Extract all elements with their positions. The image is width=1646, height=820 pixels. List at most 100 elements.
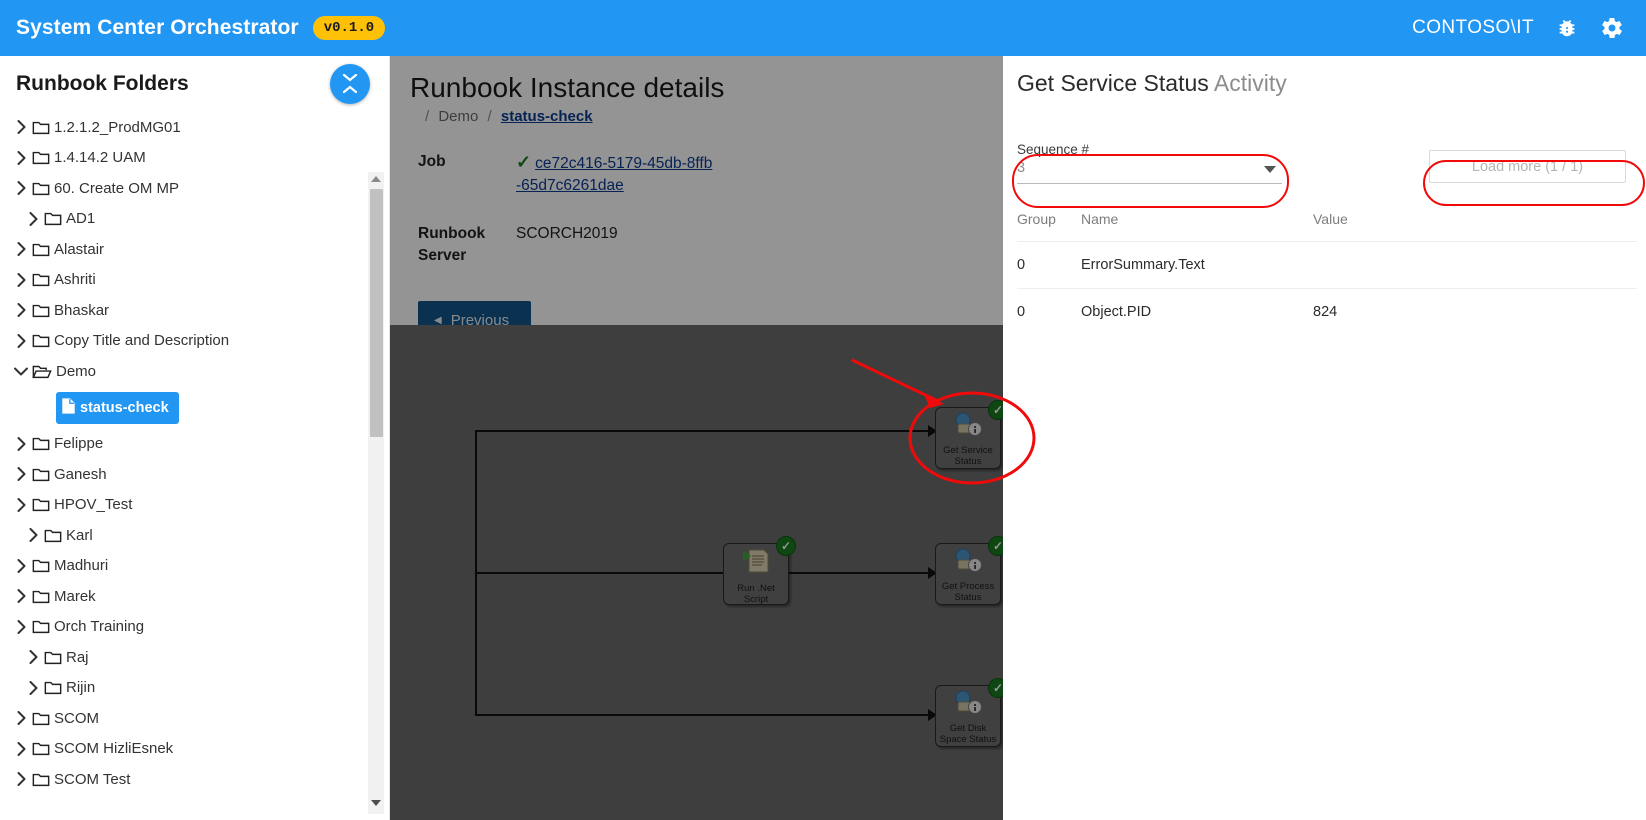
chevron-right-icon[interactable] — [22, 211, 44, 226]
runbook-diagram[interactable]: Run .Net Script ✓ Get Service Status ✓ G… — [390, 325, 1003, 820]
job-id-link[interactable]: ce72c416-5179-45db-8ffb-65d7c6261dae — [516, 155, 712, 194]
sequence-select[interactable]: Sequence # 3 — [1017, 142, 1282, 184]
sidebar-item-madhuri[interactable]: Madhuri — [0, 551, 372, 582]
folder-icon — [32, 558, 50, 573]
activity-node-get-process-status[interactable]: Get Process Status ✓ — [935, 536, 1003, 605]
folder-icon — [32, 150, 50, 165]
scroll-up-icon[interactable] — [371, 176, 381, 182]
gear-icon[interactable] — [1600, 16, 1624, 40]
chevron-right-icon[interactable] — [10, 181, 32, 196]
sidebar-item-label: SCOM Test — [54, 770, 131, 788]
field-job: Job ✓ ce72c416-5179-45db-8ffb-65d7c6261da… — [418, 151, 1003, 197]
bug-icon[interactable] — [1556, 17, 1578, 39]
table-row[interactable]: 0 Object.PID 824 — [1017, 288, 1637, 335]
chevron-right-icon[interactable] — [22, 528, 44, 543]
sidebar-item-60-create-om-mp[interactable]: 60. Create OM MP — [0, 173, 372, 204]
sidebar-item-label: Marek — [54, 587, 96, 605]
chevron-right-icon[interactable] — [10, 436, 32, 451]
top-bar-right: CONTOSO\IT — [1412, 16, 1624, 40]
instance-details-card: Runbook Instance details / Demo / status… — [390, 56, 1003, 340]
chevron-right-icon[interactable] — [10, 242, 32, 257]
activity-node-label: Run .Net Script — [737, 583, 775, 604]
app-title: System Center Orchestrator — [16, 16, 299, 39]
chevron-right-icon[interactable] — [10, 333, 32, 348]
chevron-down-icon[interactable] — [1264, 166, 1276, 173]
chevron-right-icon[interactable] — [10, 467, 32, 482]
sidebar-item-ad1[interactable]: AD1 — [0, 204, 372, 235]
status-success-icon: ✓ — [988, 536, 1003, 556]
field-job-value-wrap: ✓ ce72c416-5179-45db-8ffb-65d7c6261dae — [516, 151, 716, 197]
breadcrumb-runbook-link[interactable]: status-check — [501, 108, 593, 125]
sidebar-item-hpov_test[interactable]: HPOV_Test — [0, 490, 372, 521]
breadcrumb-separator: / — [487, 108, 492, 125]
sidebar-item-label: Copy Title and Description — [54, 332, 230, 350]
chevron-right-icon[interactable] — [22, 650, 44, 665]
runbook-chip[interactable]: status-check — [56, 391, 179, 424]
sidebar-item-rijin[interactable]: Rijin — [0, 673, 372, 704]
activity-node-run-net-script[interactable]: Run .Net Script ✓ — [723, 536, 796, 605]
user-name: CONTOSO\IT — [1412, 17, 1534, 38]
chevron-right-icon[interactable] — [10, 558, 32, 573]
chevron-right-icon[interactable] — [10, 120, 32, 135]
table-row[interactable]: 0 ErrorSummary.Text — [1017, 241, 1637, 288]
sidebar-item-raj[interactable]: Raj — [0, 642, 372, 673]
activity-node-get-service-status[interactable]: Get Service Status ✓ — [935, 400, 1003, 469]
sequence-select-value: 3 — [1017, 160, 1026, 176]
chevron-right-icon[interactable] — [10, 150, 32, 165]
breadcrumb-separator: / — [425, 108, 430, 125]
folder-icon — [32, 497, 50, 512]
activity-node-label: Get Service Status — [943, 445, 993, 467]
sidebar-item-demo[interactable]: Demo — [0, 356, 372, 387]
sidebar-item-ganesh[interactable]: Ganesh — [0, 459, 372, 490]
chevron-right-icon[interactable] — [10, 711, 32, 726]
chevron-right-icon[interactable] — [10, 772, 32, 787]
chevron-right-icon[interactable] — [10, 497, 32, 512]
breadcrumb-folder[interactable]: Demo — [438, 108, 478, 125]
sidebar-item-label: HPOV_Test — [54, 496, 133, 514]
sidebar-item-label: Karl — [66, 526, 93, 544]
sidebar-runbook-status-check[interactable]: status-check — [0, 387, 372, 429]
activity-node-get-disk-space-status[interactable]: Get Disk Space Status ✓ — [935, 678, 1003, 747]
chevron-right-icon[interactable] — [10, 303, 32, 318]
sidebar-item-label: Orch Training — [54, 618, 145, 636]
scroll-down-icon[interactable] — [371, 800, 381, 806]
chevron-right-icon[interactable] — [10, 589, 32, 604]
sidebar-item-label: 60. Create OM MP — [54, 179, 180, 197]
folder-icon — [32, 711, 50, 726]
sidebar: Runbook Folders 1.2.1.2_ProdMG01 1.4.14.… — [0, 56, 390, 820]
sidebar-item-ashriti[interactable]: Ashriti — [0, 265, 372, 296]
activity-node-label: Get Process Status — [941, 581, 995, 603]
sidebar-item-scom-test[interactable]: SCOM Test — [0, 764, 372, 795]
sidebar-item-label: Ashriti — [54, 271, 96, 289]
sidebar-item-1.4.14.2-UAM[interactable]: 1.4.14.2 UAM — [0, 143, 372, 174]
wire-middle-horizontal — [475, 572, 950, 574]
chevron-right-icon[interactable] — [22, 680, 44, 695]
sidebar-item-alastair[interactable]: Alastair — [0, 234, 372, 265]
sidebar-item-felippe[interactable]: Felippe — [0, 429, 372, 460]
sidebar-item-karl[interactable]: Karl — [0, 520, 372, 551]
column-header-group: Group — [1017, 211, 1056, 227]
load-more-button[interactable]: Load more (1 / 1) — [1429, 150, 1626, 183]
top-bar: System Center Orchestrator v0.1.0 CONTOS… — [0, 0, 1646, 56]
script-icon — [740, 547, 772, 582]
sidebar-item-label: Felippe — [54, 435, 104, 453]
chevron-down-icon[interactable] — [10, 367, 32, 376]
folder-icon — [32, 467, 50, 482]
chevron-right-icon[interactable] — [10, 741, 32, 756]
chevron-right-icon[interactable] — [10, 272, 32, 287]
sidebar-item-marek[interactable]: Marek — [0, 581, 372, 612]
sidebar-item-scom-hizliesnek[interactable]: SCOM HizliEsnek — [0, 734, 372, 765]
document-icon — [62, 397, 75, 418]
runbook-folder-tree[interactable]: 1.2.1.2_ProdMG01 1.4.14.2 UAM 60. Create… — [0, 112, 372, 812]
sidebar-item-scom[interactable]: SCOM — [0, 703, 372, 734]
sidebar-item-orch-training[interactable]: Orch Training — [0, 612, 372, 643]
sidebar-item-1.2.1.2_ProdMG01[interactable]: 1.2.1.2_ProdMG01 — [0, 112, 372, 143]
chevron-right-icon[interactable] — [10, 619, 32, 634]
sidebar-item-bhaskar[interactable]: Bhaskar — [0, 295, 372, 326]
sidebar-item-copy-title-and-description[interactable]: Copy Title and Description — [0, 326, 372, 357]
sidebar-item-label: Bhaskar — [54, 301, 110, 319]
panel-title: Get Service Status Activity — [1003, 56, 1646, 97]
sidebar-item-label: Madhuri — [54, 557, 109, 575]
sidebar-scrollbar-thumb[interactable] — [370, 189, 383, 437]
collapse-expand-icon[interactable] — [330, 64, 370, 104]
